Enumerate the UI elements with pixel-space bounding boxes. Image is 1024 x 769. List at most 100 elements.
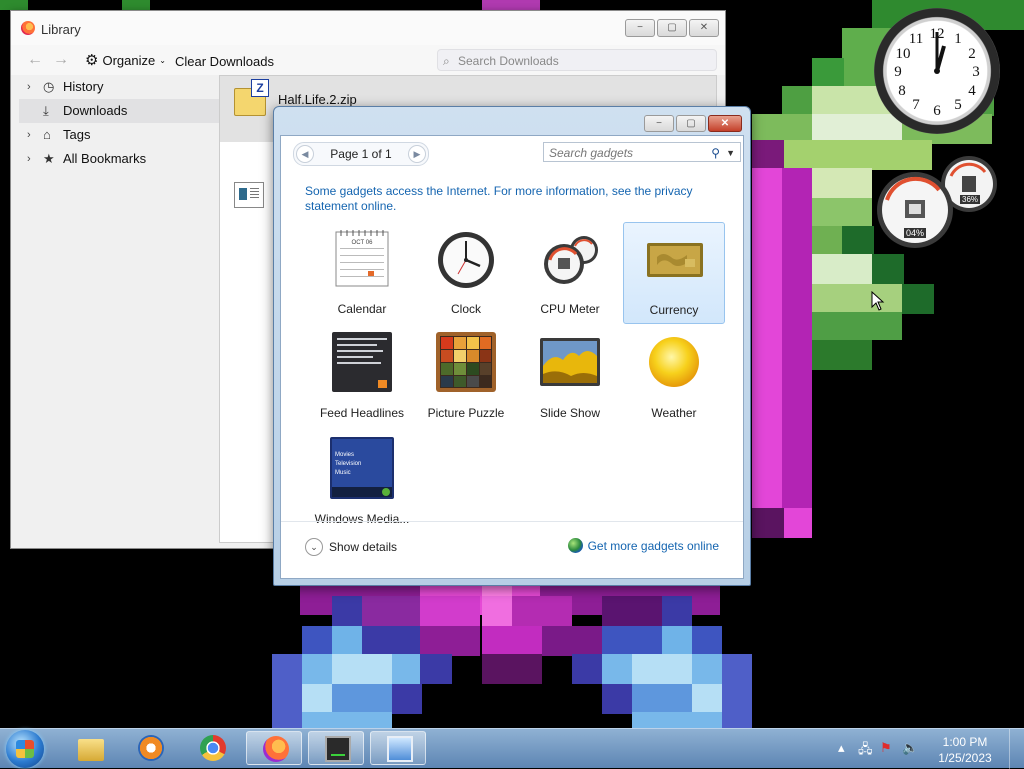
desktop-cpu-meter-gadget[interactable]: 04% 36% bbox=[873, 154, 1001, 248]
show-hidden-icons-icon[interactable]: ▴ bbox=[838, 740, 845, 756]
cpu-meter-icon bbox=[540, 228, 600, 288]
star-icon: ★ bbox=[43, 151, 55, 166]
back-arrow-icon[interactable]: ← bbox=[27, 51, 43, 69]
currency-icon bbox=[645, 229, 705, 289]
chevron-right-icon[interactable]: › bbox=[27, 123, 31, 147]
sidebar-item-history[interactable]: › ◷ History bbox=[19, 75, 219, 99]
minimize-button[interactable]: − bbox=[625, 19, 655, 37]
taskbar-firefox[interactable] bbox=[246, 731, 302, 765]
clock-number: 6 bbox=[933, 103, 941, 119]
firefox-icon bbox=[263, 736, 289, 762]
search-icon: ⌕ bbox=[443, 54, 450, 68]
gadget-slide-show[interactable]: Slide Show bbox=[519, 326, 621, 428]
taskbar-explorer[interactable] bbox=[62, 731, 118, 765]
folder-icon bbox=[78, 739, 104, 761]
windows-logo-icon bbox=[16, 740, 34, 758]
privacy-notice-link[interactable]: Some gadgets access the Internet. For mo… bbox=[305, 184, 725, 214]
gadget-cpu-meter[interactable]: CPU Meter bbox=[519, 222, 621, 324]
gadget-label: Picture Puzzle bbox=[427, 406, 505, 420]
clock-date[interactable]: 1/25/2023 bbox=[930, 751, 1000, 765]
close-button[interactable]: ✕ bbox=[689, 19, 719, 37]
gadgets-content: ◀ Page 1 of 1 ▶ Search gadgets ⚲ ▼ Some … bbox=[280, 135, 744, 579]
start-button[interactable] bbox=[6, 730, 44, 768]
cpu-meter-icon bbox=[877, 156, 997, 248]
gadget-picture-puzzle[interactable]: Picture Puzzle bbox=[415, 326, 517, 428]
chevron-right-icon[interactable]: › bbox=[27, 147, 31, 171]
gadget-label: Feed Headlines bbox=[319, 406, 405, 420]
gadget-currency[interactable]: Currency bbox=[623, 222, 725, 324]
sidebar-item-downloads[interactable]: ⤓ Downloads bbox=[19, 99, 219, 123]
taskbar-task-manager[interactable] bbox=[308, 731, 364, 765]
clock-number: 2 bbox=[968, 46, 976, 62]
chevron-right-icon[interactable]: › bbox=[27, 75, 31, 99]
show-details-button[interactable]: ⌄ Show details bbox=[305, 538, 397, 556]
maximize-button[interactable]: ▢ bbox=[676, 115, 706, 132]
taskbar-chrome[interactable] bbox=[184, 731, 240, 765]
clock-number: 3 bbox=[972, 64, 980, 80]
library-toolbar: ← → ⚙ Organize ⌄ Clear Downloads ⌕ Searc… bbox=[11, 45, 725, 75]
sidebar-item-all-bookmarks[interactable]: › ★ All Bookmarks bbox=[19, 147, 219, 171]
clock-number: 4 bbox=[968, 83, 976, 99]
network-icon[interactable]: 🖧 bbox=[858, 740, 873, 762]
gadget-weather[interactable]: Weather bbox=[623, 326, 725, 428]
clock-number: 8 bbox=[898, 83, 906, 99]
chevron-down-icon[interactable]: ▼ bbox=[726, 143, 735, 163]
next-page-button[interactable]: ▶ bbox=[408, 145, 426, 163]
gadget-windows-media-center[interactable]: Movies Television Music Windows Media... bbox=[311, 430, 413, 532]
gadgets-window: − ▢ ✕ ◀ Page 1 of 1 ▶ Search gadgets ⚲ ▼… bbox=[273, 106, 751, 586]
clock-number: 11 bbox=[909, 31, 923, 47]
search-icon[interactable]: ⚲ bbox=[711, 143, 720, 163]
desktop-clock-gadget[interactable]: 12 1 2 3 4 5 6 7 8 9 10 11 bbox=[874, 8, 1000, 134]
firefox-icon bbox=[21, 21, 35, 35]
clock-icon bbox=[436, 228, 496, 288]
maximize-button[interactable]: ▢ bbox=[657, 19, 687, 37]
gadget-label: Calendar bbox=[337, 302, 387, 316]
task-manager-icon bbox=[325, 736, 351, 762]
show-desktop-button[interactable] bbox=[1009, 729, 1024, 769]
media-player-icon bbox=[138, 735, 164, 761]
gear-icon: ⚙ bbox=[85, 52, 99, 69]
gadget-calendar[interactable]: OCT 06 Calendar bbox=[311, 222, 413, 324]
volume-icon[interactable]: 🔈 bbox=[902, 740, 918, 756]
search-gadgets-input[interactable]: Search gadgets ⚲ ▼ bbox=[543, 142, 741, 162]
taskbar-media-player[interactable] bbox=[122, 731, 178, 765]
puzzle-icon bbox=[436, 332, 496, 392]
search-placeholder: Search gadgets bbox=[549, 146, 634, 160]
svg-text:OCT 06: OCT 06 bbox=[352, 240, 374, 246]
gadget-label: CPU Meter bbox=[540, 302, 600, 316]
clock-number: 9 bbox=[894, 64, 902, 80]
feed-icon bbox=[332, 332, 392, 392]
globe-icon bbox=[567, 538, 583, 553]
show-details-label: Show details bbox=[329, 540, 398, 554]
gadgets-icon bbox=[387, 736, 413, 762]
gadgets-footer: ⌄ Show details Get more gadgets online bbox=[281, 521, 743, 578]
organize-button[interactable]: ⚙ Organize ⌄ bbox=[85, 51, 166, 69]
window-title: Library bbox=[41, 22, 81, 37]
chrome-icon bbox=[200, 735, 226, 761]
clock-time[interactable]: 1:00 PM bbox=[930, 735, 1000, 749]
organize-label: Organize bbox=[102, 52, 156, 68]
gadget-label: Clock bbox=[450, 302, 481, 316]
taskbar-gadgets[interactable] bbox=[370, 731, 426, 765]
memory-percent-label: 36% bbox=[960, 195, 981, 204]
action-center-flag-icon[interactable]: ⚑ bbox=[880, 740, 892, 756]
sidebar-item-label: Tags bbox=[63, 127, 91, 142]
close-button[interactable]: ✕ bbox=[708, 115, 742, 132]
document-icon[interactable] bbox=[234, 182, 264, 208]
taskbar: ▴ 🖧 ⚑ 🔈 1:00 PM 1/25/2023 bbox=[0, 728, 1024, 769]
gadget-feed-headlines[interactable]: Feed Headlines bbox=[311, 326, 413, 428]
search-downloads-input[interactable]: ⌕ Search Downloads bbox=[437, 49, 717, 71]
slideshow-icon bbox=[540, 332, 600, 392]
calendar-icon: OCT 06 bbox=[332, 228, 392, 288]
download-filename: Half.Life.2.zip bbox=[278, 92, 357, 107]
clear-downloads-button[interactable]: Clear Downloads bbox=[175, 54, 274, 69]
gadget-clock[interactable]: Clock bbox=[415, 222, 517, 324]
forward-arrow-icon[interactable]: → bbox=[53, 51, 69, 69]
get-more-label: Get more gadgets online bbox=[587, 539, 719, 553]
library-titlebar[interactable]: Library − ▢ ✕ bbox=[11, 11, 725, 45]
get-more-gadgets-link[interactable]: Get more gadgets online bbox=[567, 538, 719, 553]
minimize-button[interactable]: − bbox=[644, 115, 674, 132]
sidebar-item-tags[interactable]: › ⌂ Tags bbox=[19, 123, 219, 147]
svg-text:Television: Television bbox=[335, 461, 361, 467]
gadget-label: Currency bbox=[649, 303, 699, 317]
